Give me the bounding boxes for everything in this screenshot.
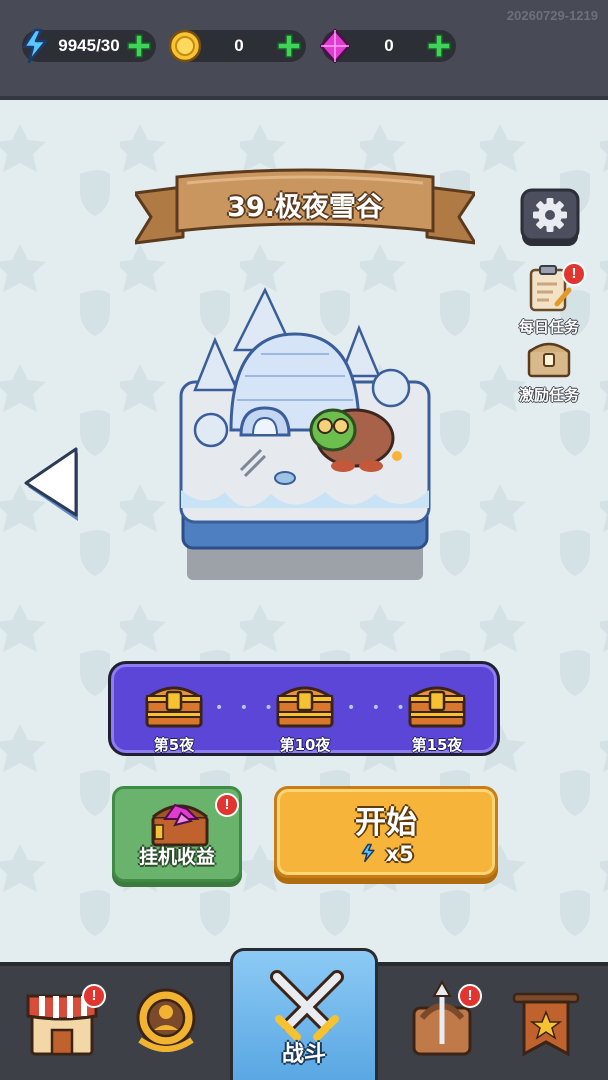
nav-battle[interactable]: 战斗 [230,948,378,1080]
treasure-chest-icon [145,686,203,728]
stage-banner: 39.极夜雪谷 [135,165,475,255]
chest-icon [527,342,571,378]
energy-value: 9945/30 [58,36,120,55]
lightning-icon [22,28,48,64]
nav-talent[interactable] [118,974,214,1074]
stage-title: 39.极夜雪谷 [227,192,383,223]
banner-flag-icon [512,992,580,1057]
energy-pill[interactable]: 9945/30 [22,28,156,64]
purple-gem-icon [319,28,351,64]
idle-rewards-button[interactable]: ! 挂机收益 [112,786,242,882]
gem-chest-icon [151,803,209,847]
start-label: 开始 [355,805,417,841]
reward-chest-label: 第10夜 [279,736,331,754]
build-timestamp: 20260729-1219 [506,8,598,23]
night-rewards-panel: 第5夜 • • • 第10夜 • • • 第15夜 [108,661,500,756]
start-button[interactable]: 开始 x5 [274,786,498,878]
add-gold-button[interactable] [276,33,302,59]
idle-rewards-badge: ! [215,793,239,817]
reward-chest-label: 第5夜 [153,736,195,754]
battle-label: 战斗 [281,1042,326,1067]
previous-stage-arrow[interactable] [20,445,84,521]
medallion-icon [136,988,196,1052]
incentive-task-label: 激励任务 [518,386,579,404]
daily-task-button[interactable]: ! 每日任务 [504,262,594,337]
resource-bar: 20260729-1219 9945/30 0 0 [0,0,608,100]
start-cost: x5 [277,841,495,866]
snow-island-scene [179,287,431,580]
reward-chest-label: 第15夜 [411,736,463,754]
nav-shop[interactable]: ! [14,974,110,1074]
add-gem-button[interactable] [426,33,452,59]
shop-badge: ! [82,984,106,1008]
add-energy-button[interactable] [126,33,152,59]
reward-chest-1[interactable]: 第5夜 [138,676,210,755]
idle-rewards-label: 挂机收益 [138,846,215,868]
incentive-task-button[interactable]: 激励任务 [504,338,594,405]
reward-chest-3[interactable]: 第15夜 [401,676,473,755]
start-cost-value: x5 [385,842,414,866]
nav-weapons[interactable]: ! [394,974,490,1074]
gear-icon [533,198,567,232]
gold-value: 0 [234,36,244,55]
reward-chest-2[interactable]: 第10夜 [269,676,341,755]
daily-task-badge: ! [562,262,586,286]
gold-pill[interactable]: 0 [168,29,306,63]
lightning-icon [361,843,375,863]
gold-coin-icon [168,29,202,63]
gem-value: 0 [384,36,394,55]
treasure-chest-icon [276,686,334,728]
weapons-badge: ! [458,984,482,1008]
gem-pill[interactable]: 0 [319,28,456,64]
treasure-chest-icon [408,686,466,728]
daily-task-label: 每日任务 [518,318,579,336]
settings-button[interactable] [520,188,580,248]
nav-guild[interactable] [498,974,594,1074]
